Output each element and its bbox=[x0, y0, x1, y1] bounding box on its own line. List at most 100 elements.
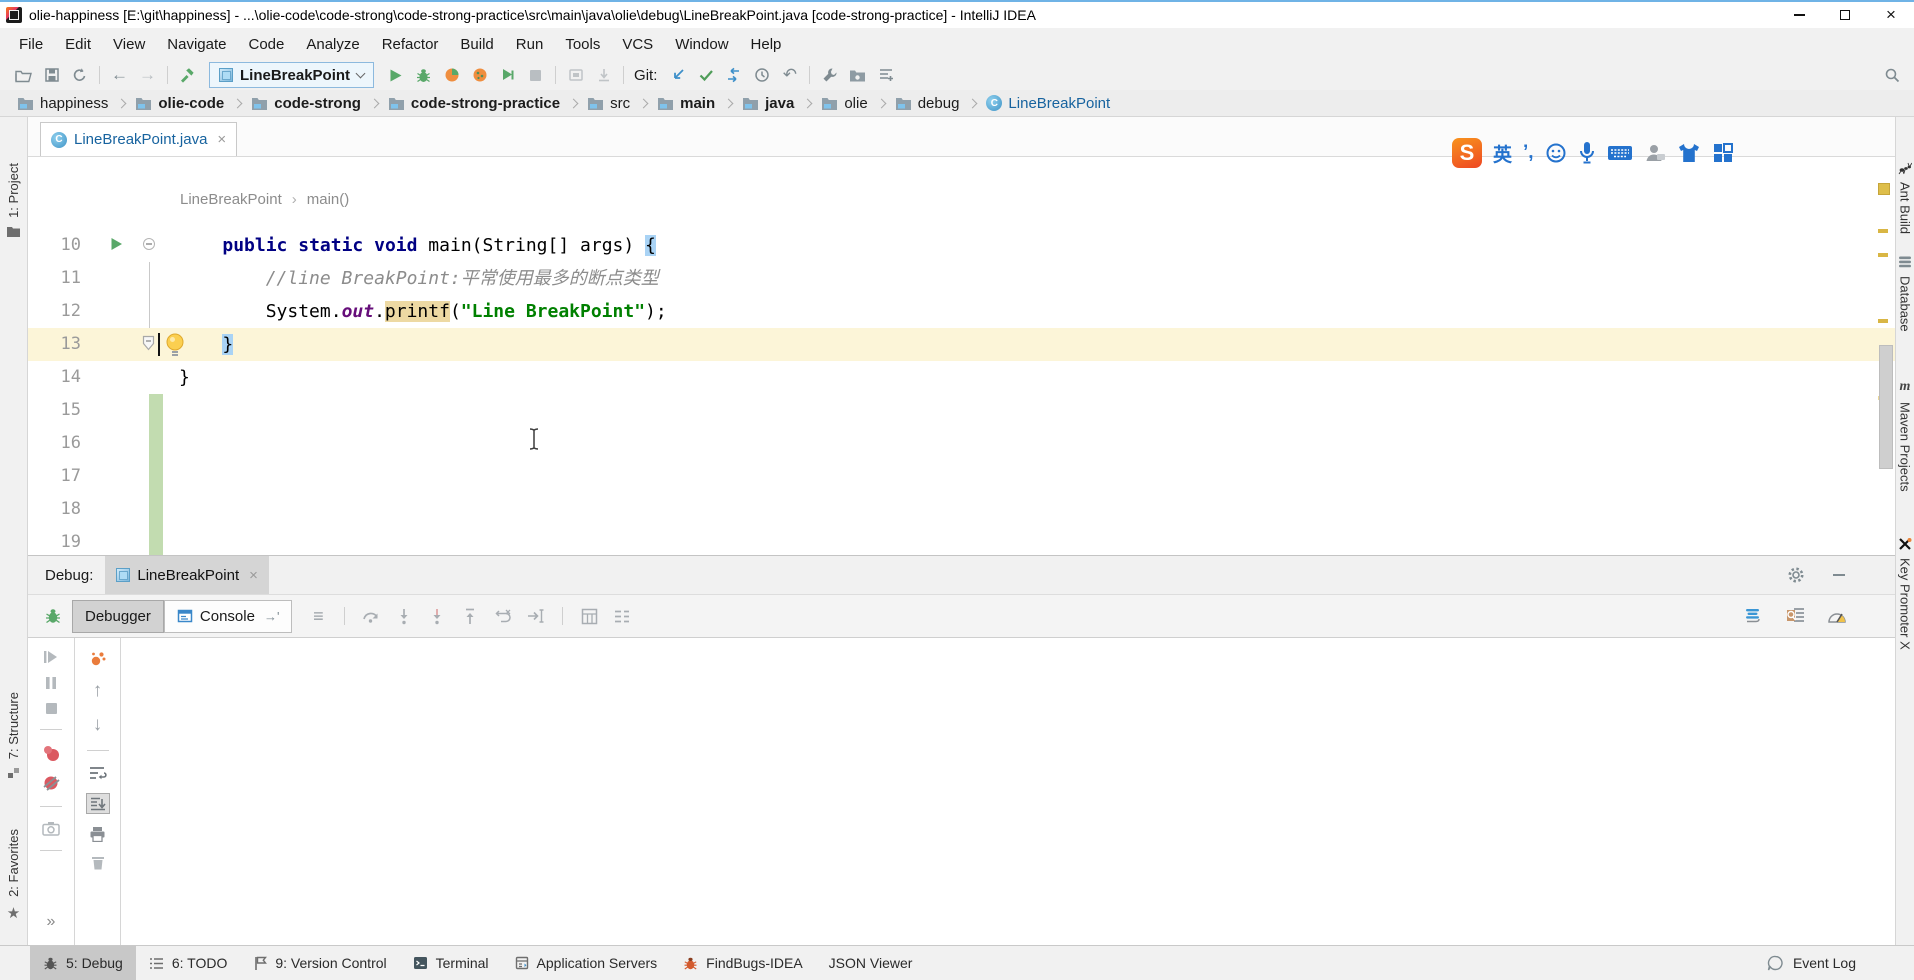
ime-profile-icon[interactable] bbox=[1644, 142, 1666, 164]
menu-navigate[interactable]: Navigate bbox=[156, 28, 237, 60]
attach-to-process-icon[interactable] bbox=[590, 62, 617, 88]
wrench-settings-icon[interactable] bbox=[816, 62, 843, 88]
sogou-logo-icon[interactable]: S bbox=[1452, 138, 1482, 168]
menu-help[interactable]: Help bbox=[740, 28, 793, 60]
gutter-icon-area[interactable] bbox=[91, 526, 149, 555]
minimize-button[interactable] bbox=[1776, 2, 1822, 28]
statusbar-debug[interactable]: 5: Debug bbox=[30, 946, 136, 980]
ime-language-toggle[interactable]: 英 bbox=[1493, 140, 1512, 167]
gutter-icon-area[interactable] bbox=[91, 427, 149, 460]
layout-settings-icon[interactable] bbox=[610, 604, 634, 628]
warning-stripe-mark[interactable] bbox=[1878, 253, 1888, 257]
tab-console[interactable]: Console →' bbox=[164, 600, 293, 633]
editor-scrollbar-thumb[interactable] bbox=[1879, 345, 1893, 469]
menu-run[interactable]: Run bbox=[505, 28, 555, 60]
microphone-icon[interactable] bbox=[1578, 141, 1596, 165]
code-line-10[interactable]: 10 public static void main(String[] args… bbox=[28, 229, 1895, 262]
toolwindow-maven[interactable]: m Maven Projects bbox=[1896, 379, 1914, 492]
statusbar-terminal[interactable]: Terminal bbox=[400, 946, 502, 980]
search-trace-icon[interactable] bbox=[1785, 607, 1805, 625]
run-with-coverage-icon[interactable] bbox=[438, 62, 465, 88]
line-number-19[interactable]: 19 bbox=[28, 526, 91, 555]
line-number-10[interactable]: 10 bbox=[28, 229, 91, 262]
warning-stripe-mark[interactable] bbox=[1878, 319, 1888, 323]
gutter-icon-area[interactable] bbox=[91, 262, 149, 295]
menu-code[interactable]: Code bbox=[237, 28, 295, 60]
clear-all-icon[interactable] bbox=[91, 854, 105, 870]
crumb-olie-code[interactable]: olie-code bbox=[132, 95, 227, 112]
line-number-17[interactable]: 17 bbox=[28, 460, 91, 493]
rerun-debug-icon[interactable] bbox=[43, 650, 59, 664]
toolwindow-structure[interactable]: 7: Structure bbox=[0, 692, 27, 779]
menu-analyze[interactable]: Analyze bbox=[295, 28, 370, 60]
search-everywhere-icon[interactable] bbox=[1879, 62, 1906, 88]
debug-icon[interactable] bbox=[410, 62, 437, 88]
profiler-icon[interactable] bbox=[466, 62, 493, 88]
rollback-icon[interactable]: ↶ bbox=[776, 62, 803, 88]
menu-window[interactable]: Window bbox=[664, 28, 739, 60]
debug-tab-close-icon[interactable]: × bbox=[249, 567, 258, 584]
intention-bulb-icon[interactable] bbox=[165, 332, 185, 357]
statusbar-version-control[interactable]: 9: Version Control bbox=[240, 946, 399, 980]
maximize-button[interactable] bbox=[1822, 2, 1868, 28]
crumb-code-strong-practice[interactable]: code-strong-practice bbox=[385, 95, 563, 112]
statusbar-event-log[interactable]: Event Log bbox=[1767, 955, 1914, 972]
statusbar-findbugs[interactable]: FindBugs-IDEA bbox=[670, 946, 815, 980]
code-line-16[interactable]: 16 bbox=[28, 427, 1895, 460]
hot-splash-icon[interactable] bbox=[89, 650, 107, 668]
code-line-13[interactable]: 13 } bbox=[28, 328, 1895, 361]
show-execution-point-icon[interactable]: ≡ bbox=[306, 604, 330, 628]
code-line-9[interactable]: 9 bbox=[28, 217, 1895, 229]
warning-stripe-mark[interactable] bbox=[1878, 229, 1888, 233]
crumb-main[interactable]: main bbox=[654, 95, 718, 112]
code-line-14[interactable]: 14} bbox=[28, 361, 1895, 394]
line-number-11[interactable]: 11 bbox=[28, 262, 91, 295]
git-fetch-icon[interactable] bbox=[720, 62, 747, 88]
skin-shirt-icon[interactable] bbox=[1677, 142, 1701, 164]
fold-end-marker-icon[interactable] bbox=[141, 335, 156, 351]
run-config-selector[interactable]: LineBreakPoint bbox=[209, 62, 374, 88]
ime-punctuation-toggle[interactable]: ’, bbox=[1523, 142, 1534, 164]
menu-edit[interactable]: Edit bbox=[54, 28, 102, 60]
build-hammer-icon[interactable] bbox=[174, 62, 201, 88]
update-running-app-icon[interactable] bbox=[562, 62, 589, 88]
menu-vcs[interactable]: VCS bbox=[611, 28, 664, 60]
toolwindow-key-promoter[interactable]: Key Promoter X bbox=[1896, 537, 1914, 650]
toolwindow-database[interactable]: Database bbox=[1896, 255, 1914, 332]
save-icon[interactable] bbox=[38, 62, 65, 88]
run-icon[interactable] bbox=[382, 62, 409, 88]
line-number-18[interactable]: 18 bbox=[28, 493, 91, 526]
console-output-area[interactable] bbox=[121, 638, 1895, 945]
line-number-16[interactable]: 16 bbox=[28, 427, 91, 460]
force-step-into-icon[interactable] bbox=[425, 604, 449, 628]
gutter-icon-area[interactable] bbox=[91, 295, 149, 328]
close-button[interactable]: × bbox=[1868, 2, 1914, 28]
git-update-icon[interactable] bbox=[664, 62, 691, 88]
crumb-java[interactable]: java bbox=[739, 95, 797, 112]
evaluate-expression-icon[interactable] bbox=[577, 604, 601, 628]
toolbox-grid-icon[interactable] bbox=[1712, 142, 1734, 164]
crumb-src[interactable]: src bbox=[584, 95, 633, 112]
line-number-14[interactable]: 14 bbox=[28, 361, 91, 394]
toolwindow-project[interactable]: 1: Project bbox=[0, 163, 27, 238]
menu-tools[interactable]: Tools bbox=[554, 28, 611, 60]
gutter-icon-area[interactable] bbox=[91, 217, 149, 229]
menu-view[interactable]: View bbox=[102, 28, 156, 60]
pause-icon[interactable] bbox=[45, 676, 57, 690]
gutter-icon-area[interactable] bbox=[91, 361, 149, 394]
run-to-cursor-icon[interactable] bbox=[524, 604, 548, 628]
toolwindow-ant-build[interactable]: Ant Build bbox=[1896, 161, 1914, 234]
line-number-15[interactable]: 15 bbox=[28, 394, 91, 427]
file-structure-icon[interactable] bbox=[872, 62, 899, 88]
code-line-18[interactable]: 18 bbox=[28, 493, 1895, 526]
code-line-19[interactable]: 19 bbox=[28, 526, 1895, 555]
debug-session-tab[interactable]: LineBreakPoint × bbox=[105, 556, 269, 594]
open-icon[interactable] bbox=[10, 62, 37, 88]
scroll-to-end-icon[interactable] bbox=[86, 793, 110, 814]
thread-spool-icon[interactable] bbox=[1743, 607, 1763, 625]
crumb-happiness[interactable]: happiness bbox=[14, 95, 111, 112]
drop-frame-icon[interactable] bbox=[491, 604, 515, 628]
code-line-12[interactable]: 12 System.out.printf("Line BreakPoint"); bbox=[28, 295, 1895, 328]
down-stack-icon[interactable]: ↓ bbox=[93, 714, 103, 736]
inspection-status-square[interactable] bbox=[1878, 183, 1890, 195]
